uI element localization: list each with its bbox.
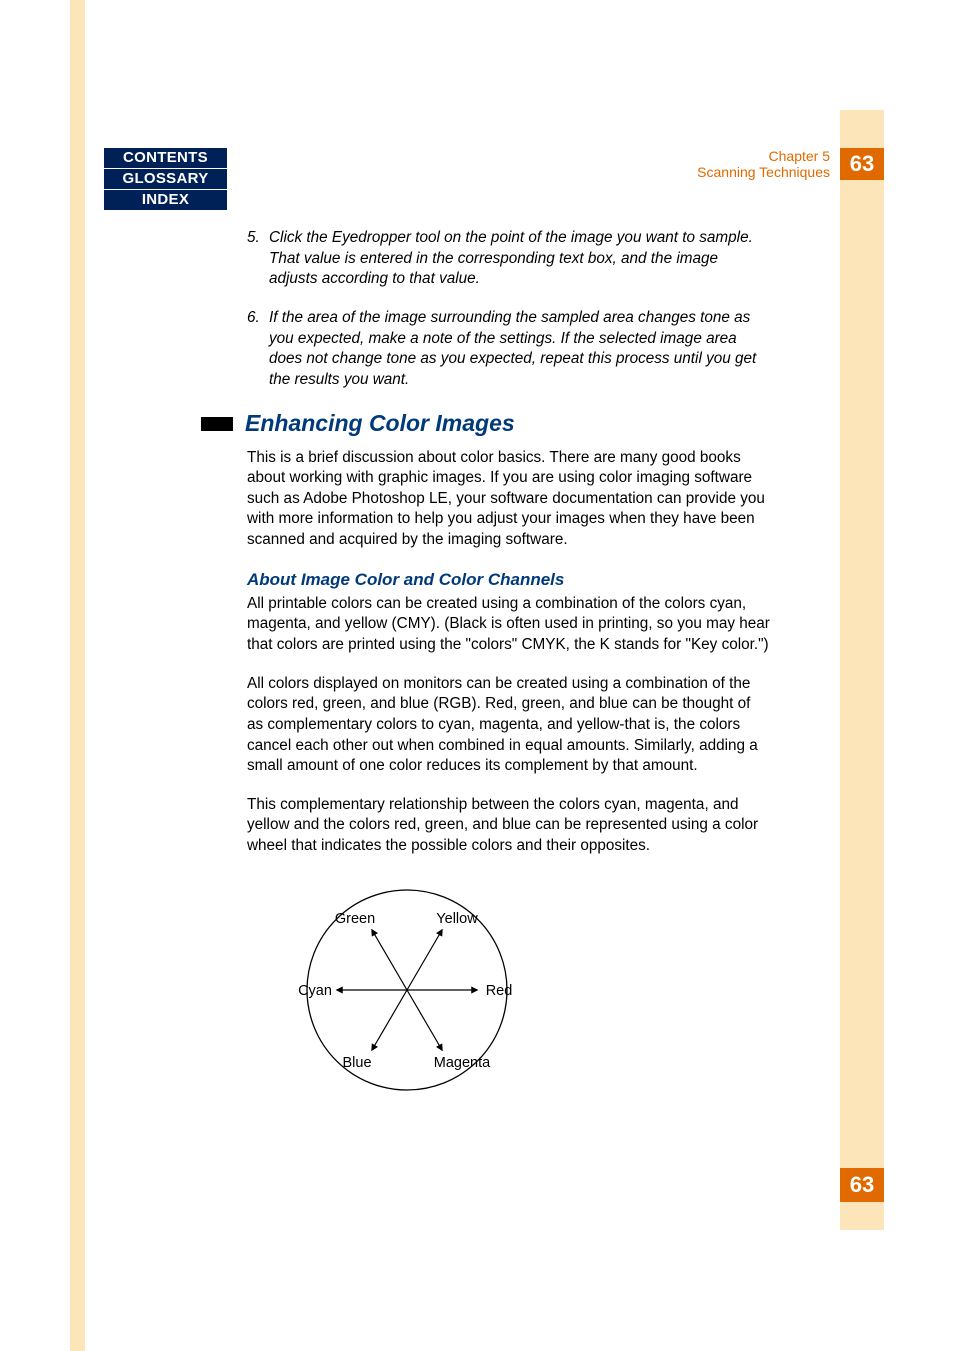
nav-index[interactable]: INDEX [104,190,227,210]
step-text: If the area of the image surrounding the… [269,308,770,391]
heading-bar-icon [201,417,233,431]
body-paragraph: This complementary relationship between … [247,795,770,857]
chapter-number: Chapter 5 [697,148,830,164]
intro-paragraph: This is a brief discussion about color b… [247,448,770,551]
chapter-title: Scanning Techniques [697,164,830,180]
page-header: Chapter 5 Scanning Techniques 63 [697,148,884,180]
wheel-label-blue: Blue [342,1055,371,1071]
color-wheel-figure: Green Yellow Cyan Red Blue Magenta [277,875,770,1112]
body-paragraph: All printable colors can be created usin… [247,594,770,656]
section-heading-row: Enhancing Color Images [201,408,770,439]
section-heading: Enhancing Color Images [245,408,515,439]
page-content: 5. Click the Eyedropper tool on the poin… [247,228,770,1111]
right-decor-strip [840,110,884,1230]
left-decor-strip [70,0,85,1351]
step-text: Click the Eyedropper tool on the point o… [269,228,770,290]
nav-glossary[interactable]: GLOSSARY [104,169,227,190]
wheel-label-green: Green [335,911,375,927]
nav-contents[interactable]: CONTENTS [104,148,227,169]
sub-heading: About Image Color and Color Channels [247,569,770,592]
nav-panel: CONTENTS GLOSSARY INDEX [104,148,227,210]
wheel-label-cyan: Cyan [298,983,332,999]
body-paragraph: All colors displayed on monitors can be … [247,674,770,777]
step-number: 5. [247,228,269,290]
wheel-label-magenta: Magenta [434,1055,491,1071]
step-item: 6. If the area of the image surrounding … [247,308,770,391]
page-number-bottom: 63 [840,1168,884,1202]
step-number: 6. [247,308,269,391]
wheel-label-red: Red [486,983,513,999]
step-item: 5. Click the Eyedropper tool on the poin… [247,228,770,290]
wheel-label-yellow: Yellow [436,911,478,927]
page-number-top: 63 [840,148,884,180]
